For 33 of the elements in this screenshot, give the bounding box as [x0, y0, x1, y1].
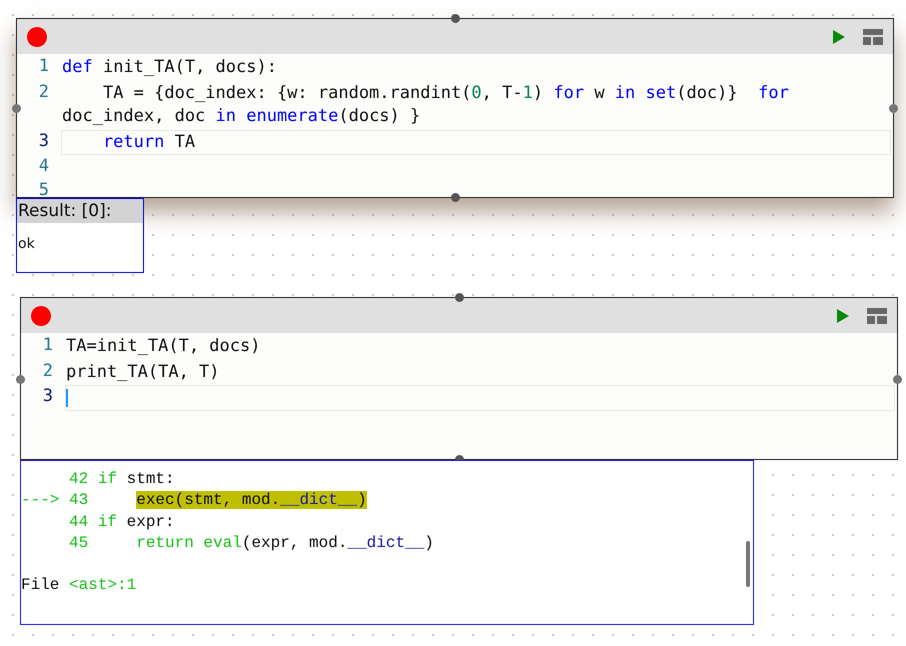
run-icon[interactable]	[837, 308, 849, 322]
traceback-line: 45 return eval(expr, mod.__dict__)	[68, 532, 435, 554]
resize-handle[interactable]	[893, 374, 902, 384]
line-number: 4	[38, 155, 49, 178]
traceback-line: 44 if expr:	[68, 512, 176, 533]
traceback-line: ---> 43 exec(stmt, mod.__dict__)	[21, 490, 368, 512]
line-number: 1	[42, 334, 53, 357]
line-number: 2	[38, 80, 49, 104]
resize-handle[interactable]	[451, 193, 460, 202]
resize-handle[interactable]	[16, 374, 25, 384]
line-number: 1	[38, 55, 49, 78]
line-number: 3	[42, 385, 53, 408]
stop-icon[interactable]	[27, 26, 47, 46]
scrollbar-thumb[interactable]	[746, 541, 750, 587]
stop-icon[interactable]	[31, 306, 51, 326]
result-output: ok	[17, 236, 36, 252]
resize-handle[interactable]	[12, 104, 21, 113]
line-number: 2	[42, 360, 53, 383]
line-number: 5	[38, 178, 49, 202]
layout-icon[interactable]	[867, 308, 887, 324]
code-line: def init_TA(T, docs):	[61, 56, 278, 79]
resize-handle[interactable]	[451, 14, 460, 23]
line-number: 3	[38, 130, 49, 153]
layout-icon[interactable]	[863, 28, 883, 44]
traceback-line: 42 if stmt:	[68, 469, 176, 490]
code-line: TA = {doc_index: {w: random.randint(0, T-1) for w in set(doc)} for doc_index, doc in enumerate(docs) }	[61, 82, 790, 128]
traceback-line: File <ast>:1	[21, 575, 138, 596]
code-line: TA=init_TA(T, docs)	[65, 335, 262, 358]
resize-handle[interactable]	[455, 293, 464, 302]
result-title: Result: [0]:	[17, 199, 143, 223]
run-icon[interactable]	[833, 30, 845, 44]
resize-handle[interactable]	[889, 104, 898, 113]
code-line: print_TA(TA, T)	[65, 360, 221, 384]
